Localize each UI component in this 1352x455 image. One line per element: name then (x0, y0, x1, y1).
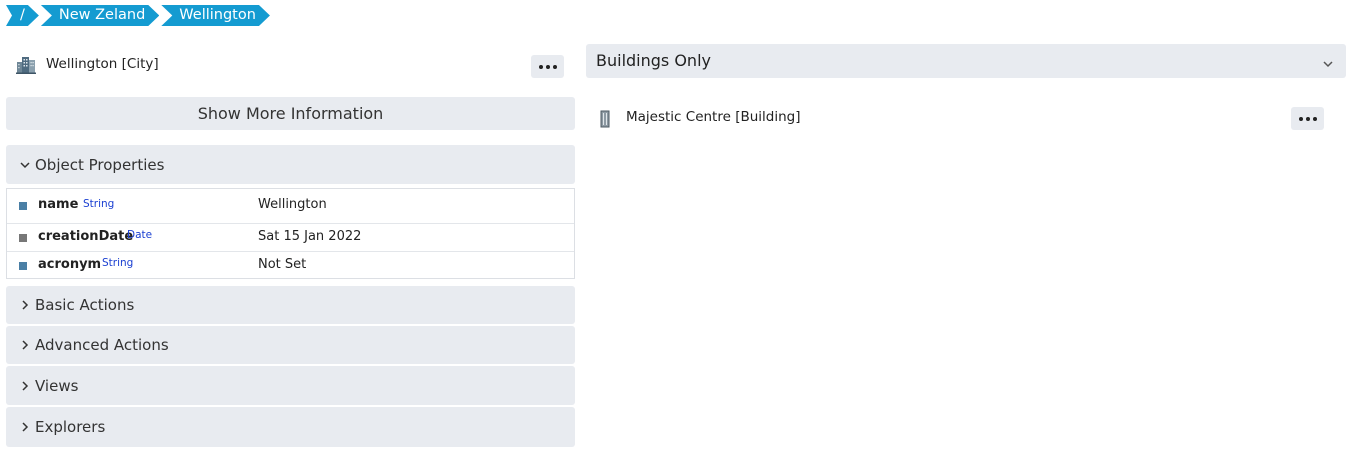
more-dot-icon (1305, 116, 1310, 121)
section-label: Explorers (35, 418, 106, 436)
section-views[interactable]: Views (6, 366, 575, 405)
buildings-filter-dropdown[interactable]: Buildings Only (586, 44, 1346, 78)
property-row: name String Wellington (7, 189, 574, 224)
property-name: name (38, 197, 79, 212)
item-more-button[interactable] (1291, 107, 1324, 130)
properties-table: name String Wellington creationDate Date… (6, 188, 575, 279)
object-header: Wellington [City] (6, 50, 575, 80)
property-type: String (102, 257, 134, 269)
chevron-right-icon (19, 326, 31, 364)
section-label: Views (35, 376, 79, 395)
breadcrumb-new-zeland[interactable]: New Zeland (41, 5, 159, 26)
section-basic-actions[interactable]: Basic Actions (6, 286, 575, 324)
more-dot-icon (538, 64, 543, 69)
tower-building-icon (600, 110, 610, 128)
section-object-properties[interactable]: Object Properties (6, 145, 575, 184)
property-value: Not Set (258, 257, 307, 272)
chevron-right-icon (19, 407, 31, 447)
section-explorers[interactable]: Explorers (6, 407, 575, 447)
section-advanced-actions[interactable]: Advanced Actions (6, 326, 575, 364)
city-buildings-icon (16, 56, 36, 74)
property-value: Wellington (258, 197, 327, 212)
section-label: Advanced Actions (35, 336, 169, 354)
chevron-right-icon (19, 286, 31, 324)
property-marker-icon (19, 202, 27, 210)
property-marker-icon (19, 234, 27, 242)
show-more-information-button[interactable]: Show More Information (6, 97, 575, 130)
chevron-right-icon (19, 366, 31, 405)
list-item[interactable]: Majestic Centre [Building] (586, 105, 1346, 131)
property-row: acronym String Not Set (7, 252, 574, 278)
property-name: acronym (38, 257, 102, 272)
object-title: Wellington [City] (46, 56, 159, 72)
section-label: Object Properties (35, 155, 165, 174)
chevron-down-icon (19, 145, 31, 184)
breadcrumb-wellington[interactable]: Wellington (161, 5, 270, 26)
object-more-button[interactable] (531, 55, 564, 78)
more-dot-icon (1298, 116, 1303, 121)
property-type: Date (127, 229, 153, 241)
property-name: creationDate (38, 229, 134, 244)
section-label: Basic Actions (35, 296, 135, 314)
more-dot-icon (1312, 116, 1317, 121)
more-dot-icon (545, 64, 550, 69)
property-value: Sat 15 Jan 2022 (258, 229, 362, 244)
list-item-title: Majestic Centre [Building] (626, 109, 801, 125)
property-row: creationDate Date Sat 15 Jan 2022 (7, 224, 574, 252)
property-type: String (83, 198, 115, 210)
breadcrumb: / New Zeland Wellington (6, 5, 272, 26)
chevron-down-icon (1322, 55, 1334, 68)
buildings-filter-label: Buildings Only (596, 51, 711, 70)
property-marker-icon (19, 262, 27, 270)
breadcrumb-root[interactable]: / (6, 5, 39, 26)
more-dot-icon (552, 64, 557, 69)
